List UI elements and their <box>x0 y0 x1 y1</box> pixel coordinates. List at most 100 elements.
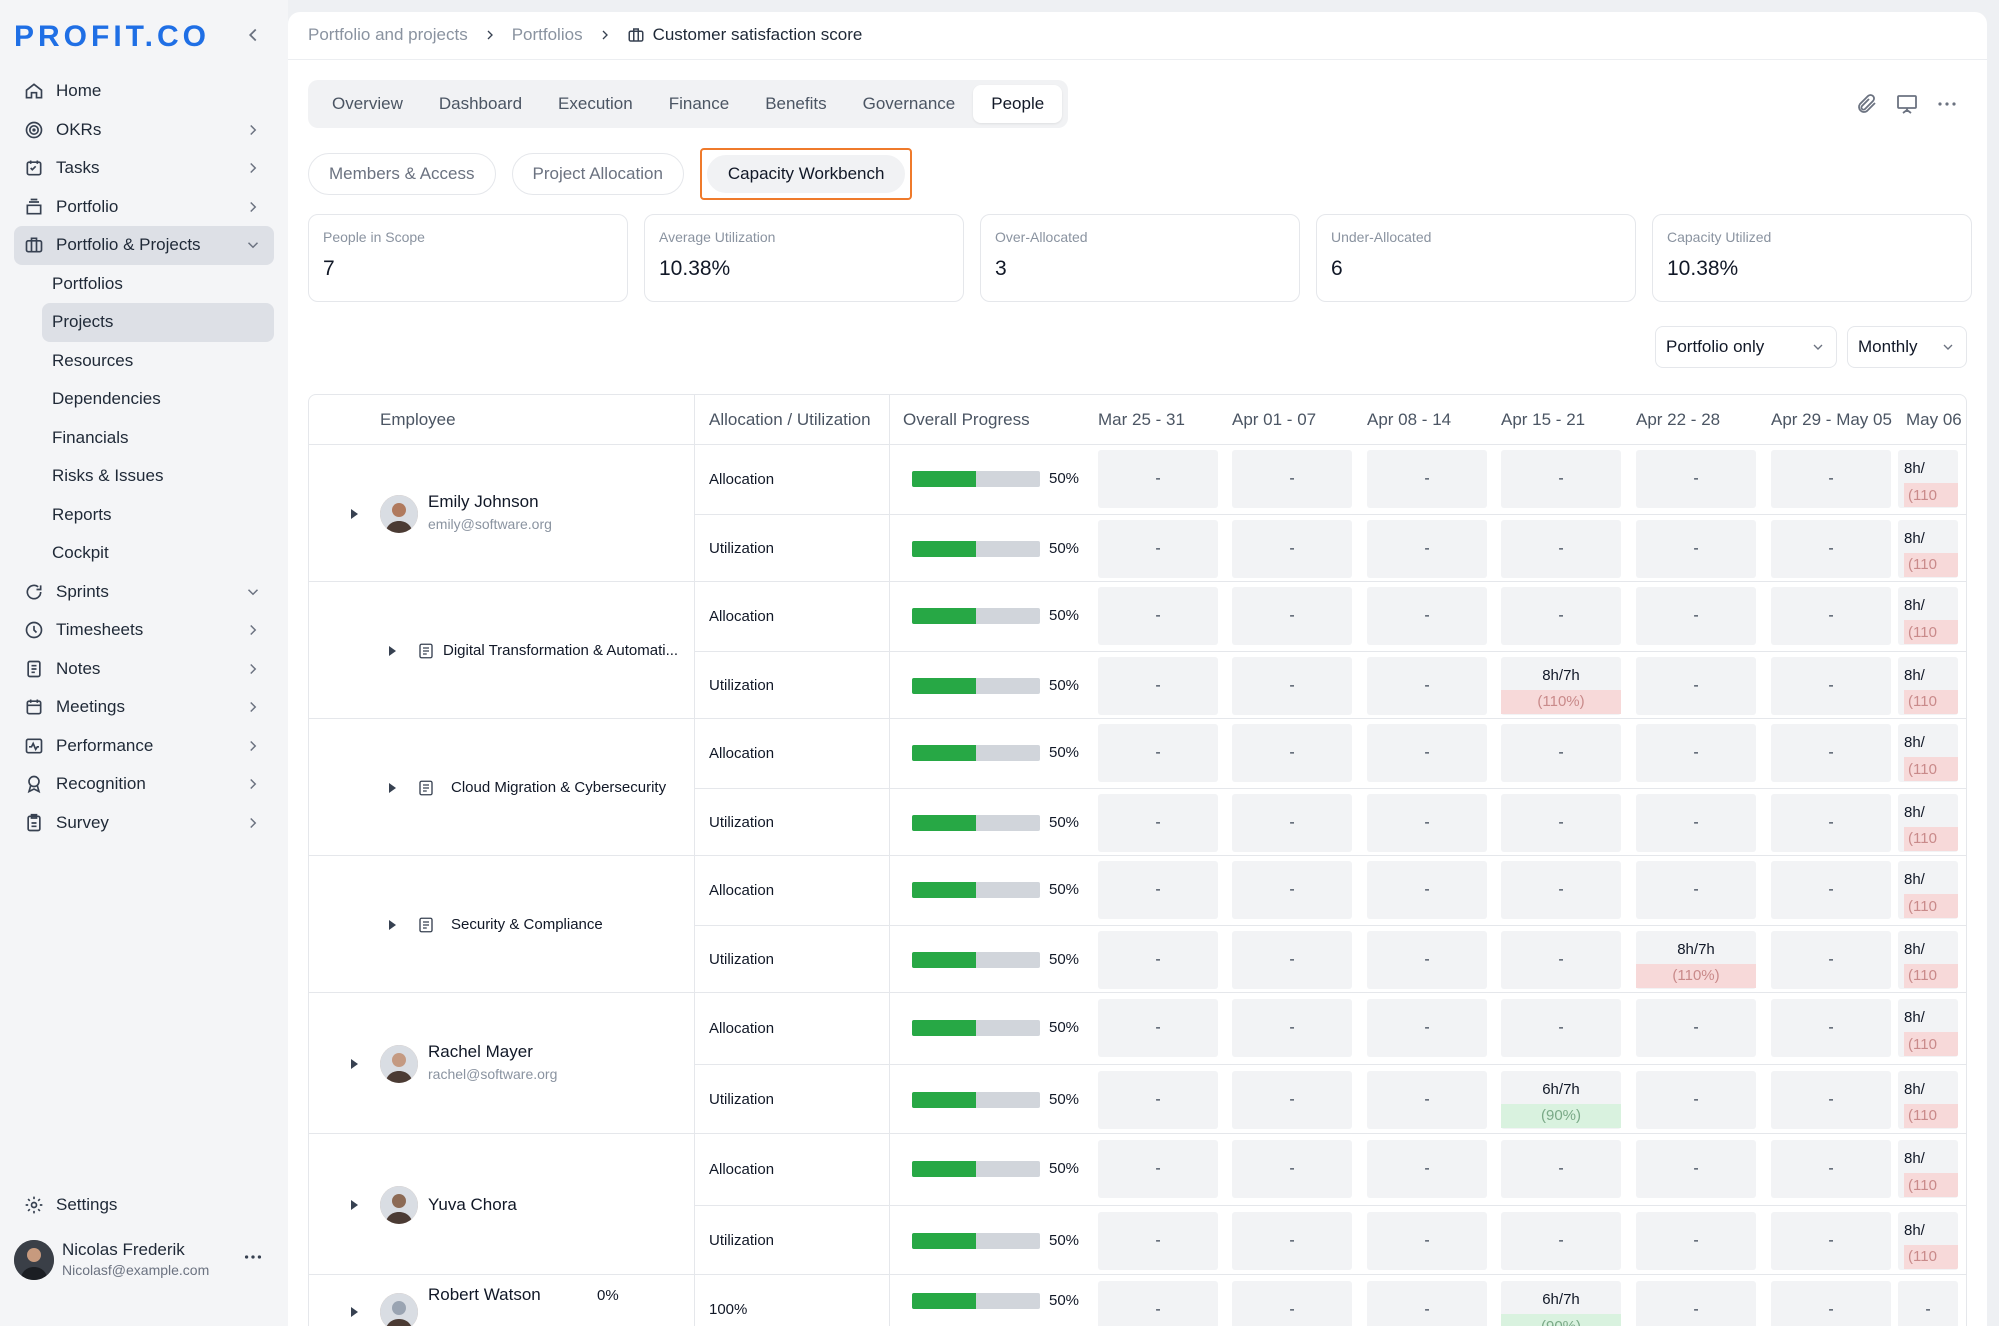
nav-sprints[interactable]: Sprints <box>14 573 274 612</box>
week-cell[interactable]: - <box>1771 724 1891 783</box>
week-cell[interactable]: - <box>1771 861 1891 920</box>
week-cell[interactable]: - <box>1501 861 1621 920</box>
week-cell[interactable]: - <box>1098 724 1218 783</box>
nav-timesheets[interactable]: Timesheets <box>14 611 274 650</box>
attachment-icon[interactable] <box>1855 92 1879 116</box>
week-cell[interactable]: - <box>1367 587 1487 646</box>
week-cell[interactable]: - <box>1501 519 1621 578</box>
week-cell[interactable]: - <box>1098 519 1218 578</box>
tab-benefits[interactable]: Benefits <box>747 85 844 123</box>
week-cell[interactable]: - <box>1636 999 1756 1058</box>
nav-recognition[interactable]: Recognition <box>14 765 274 804</box>
week-cell[interactable]: - <box>1771 999 1891 1058</box>
week-cell[interactable]: - <box>1636 793 1756 852</box>
nav-sub-financials[interactable]: Financials <box>42 419 274 458</box>
week-cell[interactable]: - <box>1232 1070 1352 1129</box>
week-cell[interactable]: - <box>1501 724 1621 783</box>
week-cell[interactable]: - <box>1367 1070 1487 1129</box>
week-cell[interactable]: - <box>1232 930 1352 989</box>
week-cell[interactable]: - <box>1232 1140 1352 1199</box>
week-cell[interactable]: - <box>1771 587 1891 646</box>
nav-okrs[interactable]: OKRs <box>14 111 274 150</box>
project-name[interactable]: Cloud Migration & Cybersecurity <box>451 779 666 796</box>
week-cell[interactable]: - <box>1771 656 1891 715</box>
week-cell[interactable]: - <box>1232 587 1352 646</box>
nav-sub-reports[interactable]: Reports <box>42 496 274 535</box>
tab-overview[interactable]: Overview <box>314 85 421 123</box>
profitco-logo[interactable]: PROFIT.CO <box>14 20 210 54</box>
more-icon[interactable] <box>1935 92 1959 116</box>
nav-home[interactable]: Home <box>14 72 274 111</box>
week-cell[interactable]: - <box>1232 793 1352 852</box>
week-cell-partial[interactable]: 8h/ (110 <box>1898 999 1958 1058</box>
subtab-members-access[interactable]: Members & Access <box>308 153 496 195</box>
week-cell[interactable]: - <box>1771 1140 1891 1199</box>
week-cell[interactable]: - <box>1098 656 1218 715</box>
week-cell[interactable]: 8h/7h (110%) <box>1636 930 1756 989</box>
week-cell[interactable]: - <box>1636 724 1756 783</box>
week-cell[interactable]: - <box>1636 519 1756 578</box>
week-cell-partial[interactable]: 8h/ (110 <box>1898 450 1958 509</box>
week-cell[interactable]: - <box>1098 930 1218 989</box>
nav-portfolio[interactable]: Portfolio <box>14 188 274 227</box>
expand-triangle-icon[interactable] <box>347 1305 361 1319</box>
breadcrumb-portfolios[interactable]: Portfolios <box>512 25 583 45</box>
project-name[interactable]: Digital Transformation & Automati... <box>443 642 678 659</box>
week-cell-partial[interactable]: - <box>1898 1281 1958 1326</box>
week-cell[interactable]: - <box>1098 793 1218 852</box>
week-cell[interactable]: - <box>1771 519 1891 578</box>
week-cell[interactable]: - <box>1367 861 1487 920</box>
week-cell[interactable]: - <box>1771 793 1891 852</box>
nav-sub-portfolios[interactable]: Portfolios <box>42 265 274 304</box>
week-cell[interactable]: - <box>1098 1281 1218 1326</box>
expand-triangle-icon[interactable] <box>385 918 399 932</box>
week-cell[interactable]: - <box>1501 1140 1621 1199</box>
week-cell[interactable]: - <box>1636 1211 1756 1270</box>
week-cell[interactable]: - <box>1636 1281 1756 1326</box>
week-cell[interactable]: - <box>1367 1281 1487 1326</box>
week-cell[interactable]: - <box>1232 656 1352 715</box>
week-cell[interactable]: - <box>1098 1140 1218 1199</box>
tab-dashboard[interactable]: Dashboard <box>421 85 540 123</box>
subtab-capacity-workbench[interactable]: Capacity Workbench <box>706 155 906 193</box>
week-cell[interactable]: - <box>1098 999 1218 1058</box>
week-cell[interactable]: - <box>1501 930 1621 989</box>
week-cell[interactable]: - <box>1771 930 1891 989</box>
week-cell[interactable]: - <box>1636 1070 1756 1129</box>
week-cell[interactable]: - <box>1367 450 1487 509</box>
week-cell[interactable]: - <box>1232 450 1352 509</box>
presentation-icon[interactable] <box>1895 92 1919 116</box>
week-cell[interactable]: - <box>1771 1281 1891 1326</box>
week-cell[interactable]: - <box>1501 450 1621 509</box>
week-cell[interactable]: - <box>1232 519 1352 578</box>
nav-survey[interactable]: Survey <box>14 804 274 843</box>
tab-finance[interactable]: Finance <box>651 85 747 123</box>
week-cell[interactable]: - <box>1367 999 1487 1058</box>
week-cell-partial[interactable]: 8h/ (110 <box>1898 1070 1958 1129</box>
week-cell-partial[interactable]: 8h/ (110 <box>1898 930 1958 989</box>
nav-sub-resources[interactable]: Resources <box>42 342 274 381</box>
week-cell[interactable]: - <box>1098 861 1218 920</box>
week-cell[interactable]: - <box>1098 587 1218 646</box>
week-cell[interactable]: - <box>1771 1211 1891 1270</box>
tab-governance[interactable]: Governance <box>845 85 974 123</box>
week-cell[interactable]: - <box>1232 861 1352 920</box>
week-cell[interactable]: - <box>1636 587 1756 646</box>
week-cell[interactable]: - <box>1232 724 1352 783</box>
nav-meetings[interactable]: Meetings <box>14 688 274 727</box>
week-cell[interactable]: 6h/7h (90%) <box>1501 1281 1621 1326</box>
expand-triangle-icon[interactable] <box>385 644 399 658</box>
week-cell[interactable]: - <box>1098 450 1218 509</box>
week-cell[interactable]: - <box>1232 1211 1352 1270</box>
week-cell[interactable]: - <box>1636 656 1756 715</box>
week-cell[interactable]: 8h/7h (110%) <box>1501 656 1621 715</box>
breadcrumb-portfolio-projects[interactable]: Portfolio and projects <box>308 25 468 45</box>
nav-notes[interactable]: Notes <box>14 650 274 689</box>
expand-triangle-icon[interactable] <box>347 507 361 521</box>
week-cell[interactable]: 6h/7h (90%) <box>1501 1070 1621 1129</box>
collapse-sidebar-icon[interactable] <box>242 24 264 46</box>
nav-performance[interactable]: Performance <box>14 727 274 766</box>
tab-execution[interactable]: Execution <box>540 85 651 123</box>
week-cell-partial[interactable]: 8h/ (110 <box>1898 1140 1958 1199</box>
week-cell[interactable]: - <box>1501 999 1621 1058</box>
